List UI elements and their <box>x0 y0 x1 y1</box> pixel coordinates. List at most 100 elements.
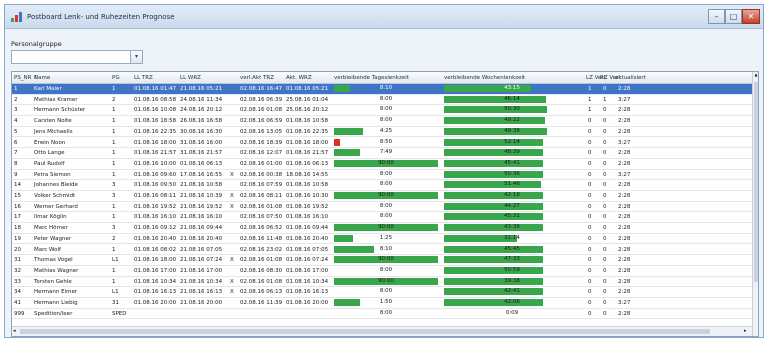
table-row[interactable]: 19 Peter Wagner 2 01.08.16 20:40 21.08.16 20… <box>12 234 752 245</box>
horizontal-scrollbar[interactable]: ◂ ▸ <box>12 326 752 336</box>
table-row[interactable]: 32 Mathias Wagner 1 01.08.16 17:00 21.08.16 … <box>12 266 752 277</box>
wochenlenkzeit-bar: 42:18 <box>444 192 580 199</box>
tageslenkzeit-bar: 8:00 <box>334 288 438 295</box>
column-header[interactable]: Name <box>34 75 50 81</box>
cell-lz: 1 <box>588 96 592 103</box>
tageslenkzeit-bar: 8:10 <box>334 245 438 253</box>
wochenlenkzeit-bar: 46:14 <box>444 95 580 103</box>
column-header[interactable]: Akt. WRZ <box>286 75 312 81</box>
scroll-left-icon[interactable]: ◂ <box>13 328 16 334</box>
cell-upd: 2:28 <box>618 193 631 199</box>
column-header[interactable]: verl.Akt TRZ <box>240 75 274 81</box>
close-button[interactable]: ✕ <box>742 9 760 24</box>
table-row[interactable]: 7 Otto Lange 1 01.08.16 21:57 31.08.16 21:57… <box>12 148 752 159</box>
wochenlenkzeit-bar: 43:15 <box>444 85 580 92</box>
column-header[interactable]: verbleibende Wochenlenkzeit <box>444 75 525 81</box>
cell-awrz: 01.08.16 09:44 <box>286 225 329 232</box>
table-row[interactable]: 33 Torsten Gehle 1 01.08.16 10:34 21.08.16 1… <box>12 277 752 288</box>
vertical-scrollbar[interactable]: ▲ <box>752 72 758 336</box>
personalgruppe-select[interactable]: ▾ <box>11 50 143 64</box>
cell-vtrz: 02.08.16 11:48 <box>240 235 283 242</box>
wochenlenkzeit-bar: 49:22 <box>444 117 580 125</box>
cell-awrz: 25.08.16 20:12 <box>286 107 329 114</box>
personalgruppe-label: Personalgruppe <box>11 40 62 48</box>
table-row[interactable]: 20 Marc Wolf 1 01.08.16 08:02 21.08.16 07:05… <box>12 245 752 256</box>
minimize-button[interactable]: – <box>708 9 725 24</box>
cell-pg: 31 <box>112 300 119 306</box>
tageslenkzeit-value: 8:00 <box>379 266 393 273</box>
wochenlenkzeit-bar: 50:59 <box>444 266 580 274</box>
column-header[interactable]: aktualisiert <box>615 75 646 81</box>
table-row[interactable]: 6 Erwin Noon 1 01.08.16 18:00 31.08.16 16:00… <box>12 138 752 149</box>
cell-llwrz: 24.08.16 20:12 <box>180 107 223 114</box>
cell-pg: 1 <box>112 203 116 210</box>
table-row[interactable]: 34 Hermann Eimer L1 01.08.16 16:13 21.08.16 … <box>12 287 752 298</box>
cell-ps: 3 <box>14 107 18 114</box>
cell-llwrz: 24.08.16 11:34 <box>180 96 223 103</box>
table-row[interactable]: 9 Petra Siemon 1 01.08.16 09:60 17.08.16 16:… <box>12 170 752 181</box>
cell-lltrz: 01.08.16 10:34 <box>134 278 177 285</box>
wochenlenkzeit-bar: 48:39 <box>444 149 580 157</box>
cell-upd: 3:27 <box>618 139 631 146</box>
title-bar[interactable]: Postboard Lenk- und Ruhezeiten Prognose … <box>5 5 763 29</box>
table-row[interactable]: 14 Johannes Bleide 3 01.08.16 09:50 21.08.16… <box>12 180 752 191</box>
table-row[interactable]: 17 Ilmar Köglin 1 01.08.16 16:10 21.08.16 16… <box>12 212 752 224</box>
chart-icon <box>11 12 22 22</box>
table-row[interactable]: 31 Thomas Vogel L1 01.08.16 18:00 21.08.16 0… <box>12 255 752 266</box>
cell-llwrz: 21.08.16 09:44 <box>180 225 223 232</box>
table-row[interactable]: 16 Werner Gerhard 1 01.08.16 19:52 21.08.16 … <box>12 202 752 213</box>
cell-awrz: 01.08.16 07:05 <box>286 246 329 253</box>
forecast-grid[interactable]: PS_NR ↑ Name PG LL TRZ LL WRZ verl.Akt TRZ Akt… <box>11 71 759 337</box>
tageslenkzeit-bar: 90:00 <box>334 277 438 285</box>
scroll-right-icon[interactable]: ▸ <box>744 328 747 334</box>
cell-vtrz: 02.08.16 01:08 <box>240 257 283 264</box>
table-row[interactable]: 15 Volker Schmidt 3 01.08.16 08:11 21.08.16 … <box>12 191 752 202</box>
table-row[interactable]: 18 Marc Hörner 3 01.08.16 09:12 21.08.16 09:… <box>12 223 752 234</box>
cell-ps: 5 <box>14 128 18 135</box>
table-row[interactable]: 2 Mathias Kramer 2 01.08.16 08:58 24.08.16 1… <box>12 95 752 106</box>
cell-llwrz: 26.08.16 16:58 <box>180 118 223 125</box>
cell-lltrz: 01.08.16 17:00 <box>134 267 177 274</box>
cell-vtrz: 02.08.16 12:07 <box>240 150 283 157</box>
tageslenkzeit-value: 8:00 <box>379 170 393 177</box>
scroll-up-icon[interactable]: ▲ <box>753 72 758 78</box>
column-header[interactable]: LL TRZ <box>134 75 153 81</box>
tageslenkzeit-value: 8:10 <box>379 245 393 252</box>
table-row[interactable]: 41 Hermann Liebig 31 01.08.16 20:00 21.08.16… <box>12 298 752 309</box>
wochenlenkzeit-bar: 32:14 <box>444 234 580 242</box>
cell-ps: 41 <box>14 300 21 306</box>
cell-llwrz: 21.08.16 10:39 <box>180 193 223 199</box>
table-row[interactable]: 4 Carsten Nolte 1 01.08.16 18:58 26.08.16 16… <box>12 116 752 127</box>
cell-rz: 0 <box>603 300 607 306</box>
column-header[interactable]: LL WRZ <box>180 75 201 81</box>
table-row[interactable]: 8 Paul Rudolf 1 01.08.16 10:00 01.08.16 06:1… <box>12 159 752 170</box>
cell-lltrz: 01.08.16 01:47 <box>134 86 177 92</box>
dropdown-button[interactable]: ▾ <box>130 51 142 63</box>
cell-name: Hermann Schüster <box>34 107 86 114</box>
column-header[interactable]: verbleibende Tageslenkzeit <box>334 75 409 81</box>
cell-name: Carsten Nolte <box>34 118 72 125</box>
tageslenkzeit-bar: 90:00 <box>334 256 438 264</box>
table-row[interactable]: 999 Spedition/leer SPED 8:00 0:09 0 0 2:28 <box>12 309 752 320</box>
table-row[interactable]: 5 Jens Michaelis 1 01.08.16 22:35 30.08.16 1… <box>12 127 752 138</box>
wochenlenkzeit-bar: 39:38 <box>444 277 580 285</box>
cell-llwrz: 21.08.16 16:10 <box>180 214 223 221</box>
vertical-scroll-thumb[interactable] <box>754 82 758 282</box>
cell-llwrz: 21.08.16 20:00 <box>180 300 223 306</box>
cell-lltrz: 01.08.16 08:02 <box>134 246 177 253</box>
app-window: Postboard Lenk- und Ruhezeiten Prognose … <box>4 4 764 338</box>
cell-pg: 1 <box>112 86 116 92</box>
table-row[interactable]: 1 Karl Maier 1 01.08.16 01:47 21.08.16 05:21… <box>12 84 752 95</box>
cell-vtrz: 02.08.16 01:00 <box>240 160 283 167</box>
wochenlenkzeit-value: 44:27 <box>504 202 520 209</box>
cell-name: Marc Wolf <box>34 246 61 253</box>
cell-upd: 2:28 <box>618 289 631 296</box>
cell-awrz: 18.08.16 14:55 <box>286 171 329 178</box>
cell-rz: 0 <box>603 214 607 221</box>
table-row[interactable]: 3 Hermann Schüster 1 01.08.16 10:08 24.08.16… <box>12 105 752 117</box>
wochenlenkzeit-bar: 49:36 <box>444 127 580 135</box>
tageslenkzeit-value: 90:00 <box>378 256 394 263</box>
horizontal-scroll-thumb[interactable] <box>20 329 710 334</box>
column-header[interactable]: PG <box>112 75 120 81</box>
maximize-button[interactable]: □ <box>725 9 742 24</box>
